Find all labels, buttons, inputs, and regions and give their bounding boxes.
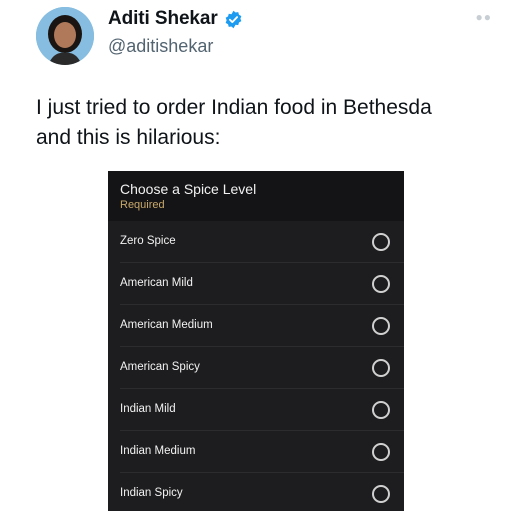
spice-option-label: American Spicy bbox=[120, 361, 200, 373]
attached-screenshot[interactable]: Choose a Spice Level Required Zero Spice… bbox=[108, 171, 404, 511]
spice-option-label: American Medium bbox=[120, 319, 213, 331]
spice-option-label: Indian Mild bbox=[120, 403, 176, 415]
spice-option-label: Indian Medium bbox=[120, 445, 196, 457]
radio-button-icon[interactable] bbox=[372, 485, 390, 503]
spice-level-header: Choose a Spice Level Required bbox=[108, 171, 404, 221]
author-name-row: Aditi Shekar bbox=[108, 8, 243, 30]
spice-option-label: American Mild bbox=[120, 277, 193, 289]
author-display-name[interactable]: Aditi Shekar bbox=[108, 8, 218, 30]
spice-level-title: Choose a Spice Level bbox=[120, 181, 257, 197]
radio-button-icon[interactable] bbox=[372, 443, 390, 461]
radio-button-icon[interactable] bbox=[372, 317, 390, 335]
tweet: Aditi Shekar @aditishekar ●● I just trie… bbox=[0, 0, 512, 511]
radio-button-icon[interactable] bbox=[372, 359, 390, 377]
spice-option-label: Zero Spice bbox=[120, 235, 176, 247]
verified-badge-icon bbox=[225, 10, 242, 28]
radio-button-icon[interactable] bbox=[372, 233, 390, 251]
avatar-image bbox=[36, 7, 94, 65]
spice-option[interactable]: Zero Spice bbox=[120, 221, 404, 263]
tweet-text: I just tried to order Indian food in Bet… bbox=[36, 93, 486, 153]
tweet-text-line-1: I just tried to order Indian food in Bet… bbox=[36, 96, 432, 119]
tweet-text-line-2: and this is hilarious: bbox=[36, 126, 221, 149]
spice-option[interactable]: American Mild bbox=[120, 263, 404, 305]
spice-options-list: Zero Spice American Mild American Medium… bbox=[108, 221, 404, 511]
more-dots-icon[interactable]: ●● bbox=[476, 10, 493, 24]
spice-option[interactable]: Indian Medium bbox=[120, 431, 404, 473]
radio-button-icon[interactable] bbox=[372, 275, 390, 293]
spice-option[interactable]: American Medium bbox=[120, 305, 404, 347]
radio-button-icon[interactable] bbox=[372, 401, 390, 419]
spice-option[interactable]: Indian Spicy bbox=[120, 473, 404, 511]
required-label: Required bbox=[120, 199, 165, 211]
avatar[interactable] bbox=[36, 7, 94, 65]
spice-option[interactable]: American Spicy bbox=[120, 347, 404, 389]
spice-option-label: Indian Spicy bbox=[120, 487, 183, 499]
spice-option[interactable]: Indian Mild bbox=[120, 389, 404, 431]
author-handle[interactable]: @aditishekar bbox=[108, 36, 213, 57]
